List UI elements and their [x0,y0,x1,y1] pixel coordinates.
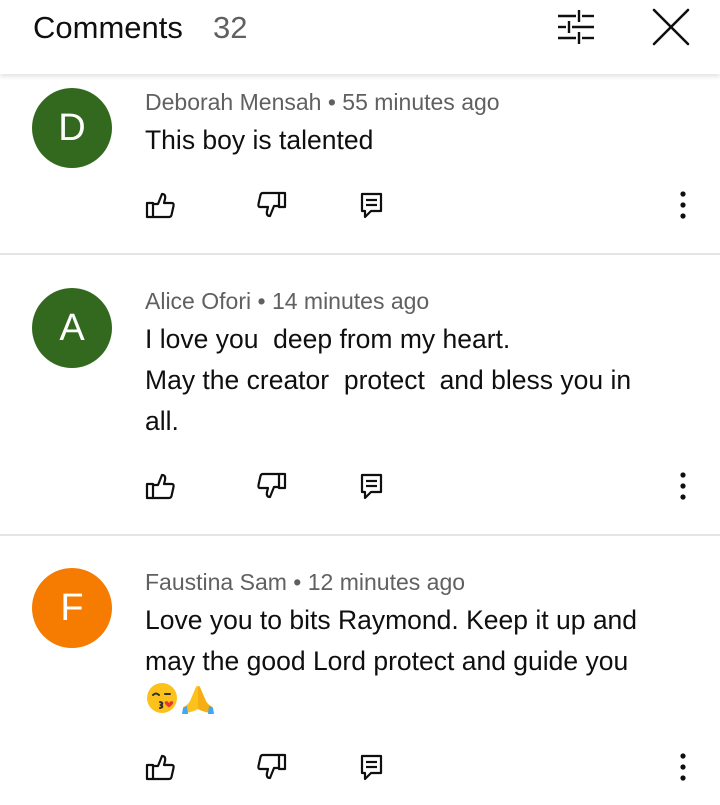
comment-meta: Faustina Sam • 12 minutes ago [145,567,465,597]
comments-title: Comments [33,10,183,45]
more-options-icon[interactable] [668,188,698,222]
thumbs-up-icon[interactable] [143,750,177,784]
meta-separator: • [327,89,336,115]
comment-time: 14 minutes ago [271,288,430,314]
meta-separator: • [257,288,266,314]
comment-line: may the good Lord protect and guide you [145,646,629,676]
comment-line: May the creator protect and bless you in [145,365,632,395]
comment-line: Love you to bits Raymond. Keep it up and [145,605,638,635]
comment-item: F Faustina Sam • 12 minutes ago Love you… [0,536,720,805]
comment-time: 12 minutes ago [307,569,466,595]
comment-item: A Alice Ofori • 14 minutes ago I love yo… [0,255,720,535]
close-icon[interactable] [648,4,694,50]
thumbs-up-icon[interactable] [143,188,177,222]
thumbs-down-icon[interactable] [255,188,289,222]
comment-text: This boy is talented [145,120,685,161]
thumbs-down-icon[interactable] [255,469,289,503]
comment-line: all. [145,406,179,436]
comment-author[interactable]: Faustina Sam [145,569,287,595]
comment-line: I love you deep from my heart. [145,324,511,354]
comment-meta: Alice Ofori • 14 minutes ago [145,286,429,316]
thumbs-down-icon[interactable] [255,750,289,784]
more-options-icon[interactable] [668,469,698,503]
comment-time: 55 minutes ago [342,89,500,115]
reply-icon[interactable] [355,750,389,784]
comment-author[interactable]: Deborah Mensah [145,89,321,115]
comment-meta: Deborah Mensah • 55 minutes ago [145,87,500,117]
more-options-icon[interactable] [668,750,698,784]
kissing-face-emoji [145,681,179,727]
reply-icon[interactable] [355,469,389,503]
avatar[interactable]: F [32,568,112,648]
meta-separator: • [293,569,302,595]
reply-icon[interactable] [355,188,389,222]
comments-header: Comments 32 [0,0,720,74]
avatar[interactable]: A [32,288,112,368]
thumbs-up-icon[interactable] [143,469,177,503]
folded-hands-emoji [181,681,215,727]
comment-author[interactable]: Alice Ofori [145,288,251,314]
comment-line: This boy is talented [145,125,374,155]
comments-count: 32 [213,10,248,45]
comment-text: I love you deep from my heart. May the c… [145,319,685,442]
avatar[interactable]: D [32,88,112,168]
comment-item: D Deborah Mensah • 55 minutes ago This b… [0,75,720,253]
emoji-row [145,683,685,721]
comment-text: Love you to bits Raymond. Keep it up and… [145,600,685,721]
sliders-filter-icon[interactable] [552,6,600,48]
